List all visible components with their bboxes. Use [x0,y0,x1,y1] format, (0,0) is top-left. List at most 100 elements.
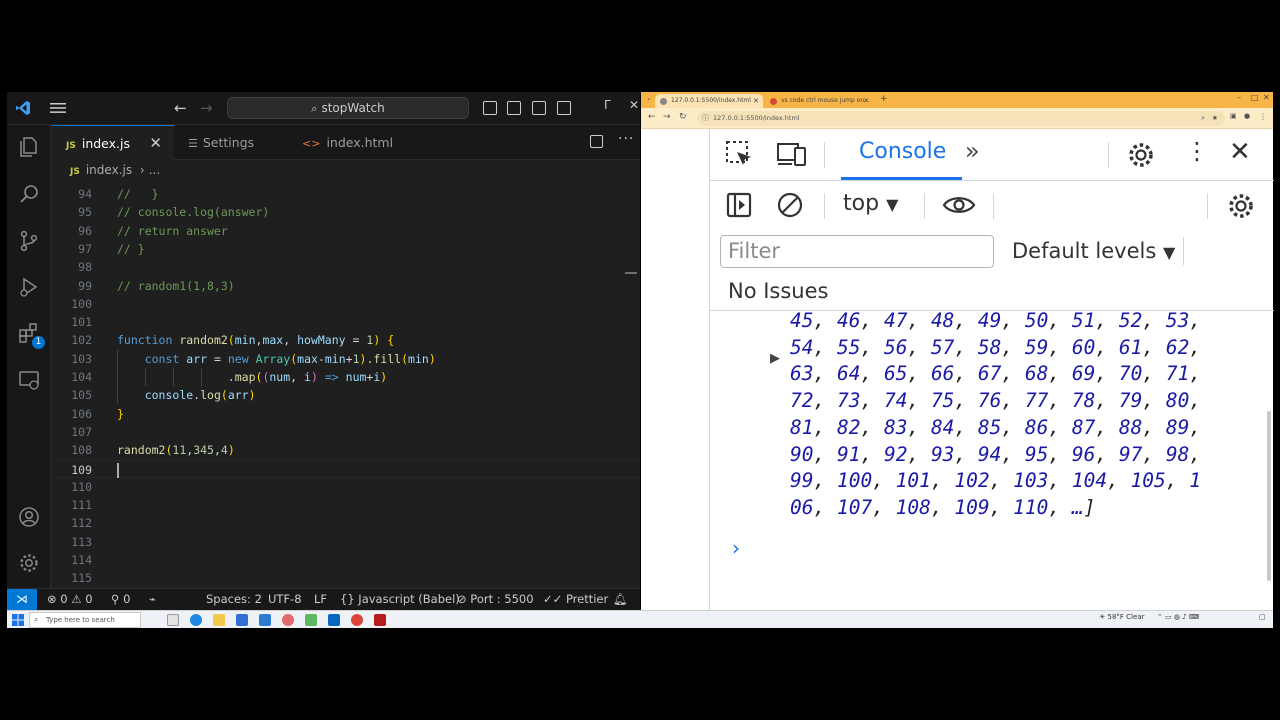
eol-status[interactable]: LF [314,589,327,610]
inspect-element-icon[interactable] [724,139,754,169]
back-arrow-icon[interactable]: ← [648,112,656,122]
remote-indicator-icon[interactable]: ⋊ [7,589,37,610]
more-tabs-chevron-icon[interactable]: » [965,137,980,165]
encoding-status[interactable]: UTF-8 [268,589,302,610]
prettier-status[interactable]: ✓✓ Prettier [543,589,608,610]
clear-console-icon[interactable] [776,191,804,219]
close-devtools-icon[interactable]: ✕ [1229,137,1251,167]
forward-arrow-icon[interactable]: → [200,99,213,117]
remote-explorer-icon[interactable] [17,368,41,392]
mail-icon[interactable] [259,614,271,626]
toggle-secondary-sidebar-icon[interactable] [532,101,546,115]
console-prompt[interactable]: › [732,536,740,560]
maximize-window-icon[interactable]: □ [1251,93,1259,102]
split-editor-icon[interactable] [590,135,603,148]
tab-search-icon[interactable]: ⌄ [646,94,652,102]
browser-toolbar: ← → ↻ ⓘ 127.0.0.1:5500/index.html ⌕ ★ ▣ ●… [641,108,1273,129]
zoom-icon[interactable]: ⌕ [1201,111,1205,126]
site-info-icon[interactable]: ⓘ [702,111,709,126]
console-settings-gear-icon[interactable] [1226,191,1256,221]
file-explorer-icon[interactable] [213,614,225,626]
notification-center-icon[interactable]: ▢ [1259,613,1266,621]
system-tray-icons[interactable]: ⌃ ▭ ◍ ♪ ⌨ [1157,613,1199,621]
close-window-icon[interactable]: ✕ [1263,93,1270,102]
code-line: 107 [52,423,640,441]
chrome-taskbar-icon[interactable] [351,614,363,626]
recorder-icon[interactable] [374,614,386,626]
toggle-sidebar-icon[interactable] [483,101,497,115]
line-number: 100 [71,296,92,311]
chrome-profile-icon[interactable] [282,614,294,626]
expand-triangle-icon[interactable]: ▶ [770,351,780,366]
log-levels-label: Default levels [1012,239,1157,263]
line-number: 115 [71,571,92,586]
chrome-menu-icon[interactable]: ⋮ [1259,112,1267,121]
new-tab-icon[interactable]: + [880,94,888,104]
manage-gear-icon[interactable] [17,551,41,575]
breadcrumb-file[interactable]: index.js [86,163,132,177]
browser-tab-active[interactable]: 127.0.0.1:5500/index.html ✕ [655,94,763,108]
store-icon[interactable] [236,614,248,626]
task-view-icon[interactable] [167,614,179,626]
log-levels-dropdown[interactable]: Default levels ▼ [1012,239,1175,263]
customize-menu-icon[interactable]: ⋮ [1185,137,1209,165]
notifications-bell-icon[interactable]: 🔔︎ [613,589,628,610]
issues-bar[interactable]: No Issues [710,271,1274,311]
source-control-icon[interactable] [17,229,41,253]
filter-input[interactable]: Filter [720,235,994,268]
device-toolbar-icon[interactable] [776,139,808,169]
line-number: 105 [71,388,92,403]
search-icon[interactable] [17,182,41,206]
ports-status[interactable]: ⚲ 0 [111,589,130,610]
vscode-taskbar-icon[interactable] [328,614,340,626]
tab-label: index.js [81,136,131,151]
run-debug-icon[interactable] [17,275,41,299]
browser-tab[interactable]: vs code ctrl mouse jump on... ✕ [765,94,873,108]
tab-console[interactable]: Console [859,139,946,164]
tab-index-html[interactable]: <> index.html [286,125,402,160]
code-text: // console.log(answer) [117,205,270,220]
minimap-slider[interactable] [625,272,637,274]
restore-window-icon[interactable]: ᒥ [604,98,611,112]
close-window-icon[interactable]: ✕ [629,98,639,112]
menu-icon[interactable] [49,100,67,116]
breadcrumb-more[interactable]: ... [149,163,160,177]
close-tab-icon[interactable]: ✕ [149,126,162,161]
address-bar[interactable]: ⓘ 127.0.0.1:5500/index.html ⌕ ★ [697,111,1225,126]
forward-arrow-icon[interactable]: → [663,112,671,122]
reload-icon[interactable]: ↻ [679,112,687,122]
problems-status[interactable]: ⊗ 0 ⚠ 0 [47,589,93,610]
edge-icon[interactable] [190,614,202,626]
live-expression-eye-icon[interactable] [942,193,976,217]
back-arrow-icon[interactable]: ← [174,99,187,117]
customize-layout-icon[interactable] [557,101,571,115]
close-tab-icon[interactable]: ✕ [753,94,759,108]
windows-start-icon[interactable] [12,614,24,626]
close-tab-icon[interactable]: ✕ [863,94,869,108]
live-server-status[interactable]: ⊘ Port : 5500 [457,589,534,610]
taskbar-search-box[interactable]: ⌕ Type here to search [29,612,141,628]
console-toolbar: top ▼ [710,181,1274,231]
live-share-icon[interactable]: ⌁ [149,589,156,610]
sidepanel-icon[interactable]: ▣ [1230,112,1237,120]
explorer-icon[interactable] [17,135,41,159]
command-center-search[interactable]: ⌕ stopWatch [227,97,469,119]
app-icon[interactable] [305,614,317,626]
show-sidebar-icon[interactable] [725,191,753,219]
indentation-status[interactable]: Spaces: 2 [206,589,262,610]
console-scrollbar[interactable] [1267,411,1271,581]
bookmark-star-icon[interactable]: ★ [1212,111,1218,126]
minimize-window-icon[interactable]: – [1237,93,1241,102]
more-actions-icon[interactable]: ··· [618,131,634,147]
tab-settings[interactable]: ☰ Settings [174,125,286,160]
toggle-panel-icon[interactable] [507,101,521,115]
code-editor[interactable]: 94 // } 95 // console.log(answer) 96 // ret… [52,181,640,588]
accounts-icon[interactable] [17,505,41,529]
context-selector[interactable]: top ▼ [843,191,898,216]
tab-index-js[interactable]: JS index.js ✕ [52,125,174,160]
weather-widget[interactable]: ☀ 58°F Clear [1099,613,1144,621]
profile-icon[interactable]: ● [1244,112,1250,120]
settings-gear-icon[interactable] [1126,140,1156,170]
console-output[interactable]: ▶ 45, 46, 47, 48, 49, 50, 51, 52, 53, 54,… [710,311,1274,610]
language-status[interactable]: {} Javascript (Babel) [340,589,460,610]
